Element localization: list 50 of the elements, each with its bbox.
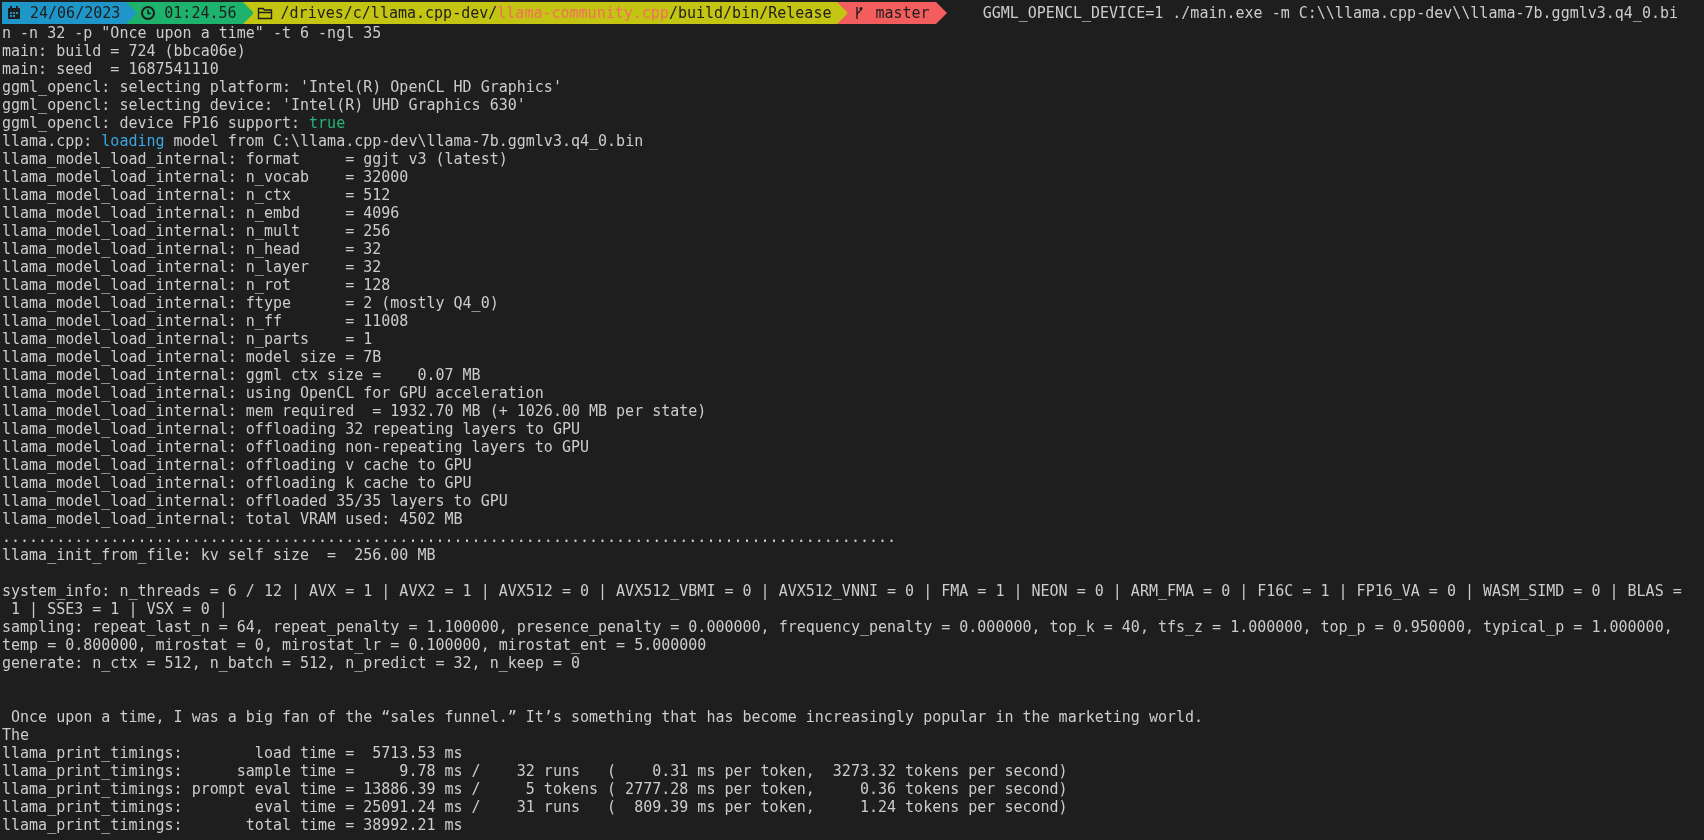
terminal-line: llama_model_load_internal: model size = 7B bbox=[2, 348, 382, 366]
terminal-line: main: seed = 1687541110 bbox=[2, 60, 219, 78]
terminal-line: llama_init_from_file: kv self size = 256.00 MB bbox=[2, 546, 436, 564]
terminal-line: llama_model_load_internal: n_ctx = 512 bbox=[2, 186, 391, 204]
terminal-line: ggml_opencl: device FP16 support: true bbox=[2, 114, 346, 132]
terminal-line: llama_model_load_internal: n_parts = 1 bbox=[2, 330, 373, 348]
folder-icon bbox=[256, 5, 273, 21]
terminal-line: n -n 32 -p "Once upon a time" -t 6 -ngl 35 bbox=[2, 24, 382, 42]
terminal-line: generate: n_ctx = 512, n_batch = 512, n_predict = 32, n_keep = 0 bbox=[2, 654, 580, 672]
command-text: GGML_OPENCL_DEVICE=1 ./main.exe -m C:\\llama.cpp-dev\\llama-7b.ggmlv3.q4_0.bi bbox=[982, 2, 1679, 24]
terminal-line: The bbox=[2, 726, 30, 744]
terminal-line: 1 | SSE3 = 1 | VSX = 0 | bbox=[10, 600, 228, 618]
terminal-line: llama_print_timings: prompt eval time = 13886.39 ms / 5 tokens ( 2777.28 ms per token, 0.36 tokens per second) bbox=[2, 780, 1068, 798]
terminal-line: llama_model_load_internal: n_mult = 256 bbox=[2, 222, 391, 240]
terminal-line: llama_model_load_internal: n_head = 32 bbox=[2, 240, 382, 258]
terminal-line: main: build = 724 (bbca06e) bbox=[2, 42, 246, 60]
terminal-line: llama_model_load_internal: n_rot = 128 bbox=[2, 276, 391, 294]
terminal-line: llama_model_load_internal: offloading v cache to GPU bbox=[2, 456, 472, 474]
terminal-line: llama_model_load_internal: ggml ctx size = 0.07 MB bbox=[2, 366, 481, 384]
terminal-line: llama_model_load_internal: n_vocab = 32000 bbox=[2, 168, 409, 186]
terminal-line: llama_model_load_internal: total VRAM used: 4502 MB bbox=[2, 510, 463, 528]
terminal-line: llama_print_timings: sample time = 9.78 ms / 32 runs ( 0.31 ms per token, 3273.32 tokens per second) bbox=[2, 762, 1068, 780]
path-text: /drives/c/llama.cpp-dev/llama-community.cpp/build/bin/Release bbox=[280, 2, 832, 24]
terminal-line: llama_model_load_internal: using OpenCL for GPU acceleration bbox=[2, 384, 544, 402]
terminal-line: temp = 0.800000, mirostat = 0, mirostat_lr = 0.100000, mirostat_ent = 5.000000 bbox=[2, 636, 707, 654]
terminal-line: llama.cpp: loading model from C:\llama.cpp-dev\llama-7b.ggmlv3.q4_0.bin bbox=[2, 132, 644, 150]
terminal-line: sampling: repeat_last_n = 64, repeat_penalty = 1.100000, presence_penalty = 0.000000, frequency_penalty = 0.000000, top_k = 40, tfs_z = 1.000000, top_p = 0.950000, typical_p = 1.000000, bbox=[2, 618, 1673, 636]
terminal-line: ggml_opencl: selecting platform: 'Intel(R) OpenCL HD Graphics' bbox=[2, 78, 562, 96]
clock-icon bbox=[140, 5, 157, 21]
calendar-icon bbox=[6, 5, 22, 21]
terminal-line: system_info: n_threads = 6 / 12 | AVX = 1 | AVX2 = 1 | AVX512 = 0 | AVX512_VBMI = 0 | AVX512_VNNI = 0 | FMA = 1 | NEON = 0 | ARM_FMA = 0 | F16C = 1 | FP16_VA = 0 | WASM_SIMD = 0 | BLAS = bbox=[2, 582, 1682, 600]
terminal-line: llama_model_load_internal: format = ggjt v3 (latest) bbox=[2, 150, 508, 168]
terminal-line: ................................................................................................... bbox=[2, 528, 897, 546]
terminal-line: llama_model_load_internal: offloading k cache to GPU bbox=[2, 474, 472, 492]
terminal-line: llama_print_timings: load time = 5713.53 ms bbox=[2, 744, 463, 762]
terminal-line: llama_model_load_internal: n_layer = 32 bbox=[2, 258, 382, 276]
date-text: 24/06/2023 bbox=[30, 2, 121, 24]
terminal-line: llama_model_load_internal: mem required = 1932.70 MB (+ 1026.00 MB per state) bbox=[2, 402, 707, 420]
terminal-line: llama_model_load_internal: n_ff = 11008 bbox=[2, 312, 409, 330]
branch-name: master bbox=[875, 2, 930, 24]
terminal-line: llama_model_load_internal: offloaded 35/35 layers to GPU bbox=[2, 492, 508, 510]
terminal-line: ggml_opencl: selecting device: 'Intel(R) UHD Graphics 630' bbox=[2, 96, 526, 114]
terminal-line: llama_print_timings: total time = 38992.21 ms bbox=[2, 816, 463, 834]
terminal-line: llama_model_load_internal: n_embd = 4096 bbox=[2, 204, 400, 222]
terminal-line: Once upon a time, I was a big fan of the “sales funnel.” It’s something that has become increasingly popular in the marketing world. bbox=[10, 708, 1204, 726]
terminal-line: llama_model_load_internal: offloading 32 repeating layers to GPU bbox=[2, 420, 580, 438]
terminal-line: llama_model_load_internal: offloading non-repeating layers to GPU bbox=[2, 438, 589, 456]
time-text: 01:24.56 bbox=[164, 2, 237, 24]
terminal-line: llama_print_timings: eval time = 25091.24 ms / 31 runs ( 809.39 ms per token, 1.24 tokens per second) bbox=[2, 798, 1068, 816]
terminal-line: llama_model_load_internal: ftype = 2 (mostly Q4_0) bbox=[2, 294, 499, 312]
